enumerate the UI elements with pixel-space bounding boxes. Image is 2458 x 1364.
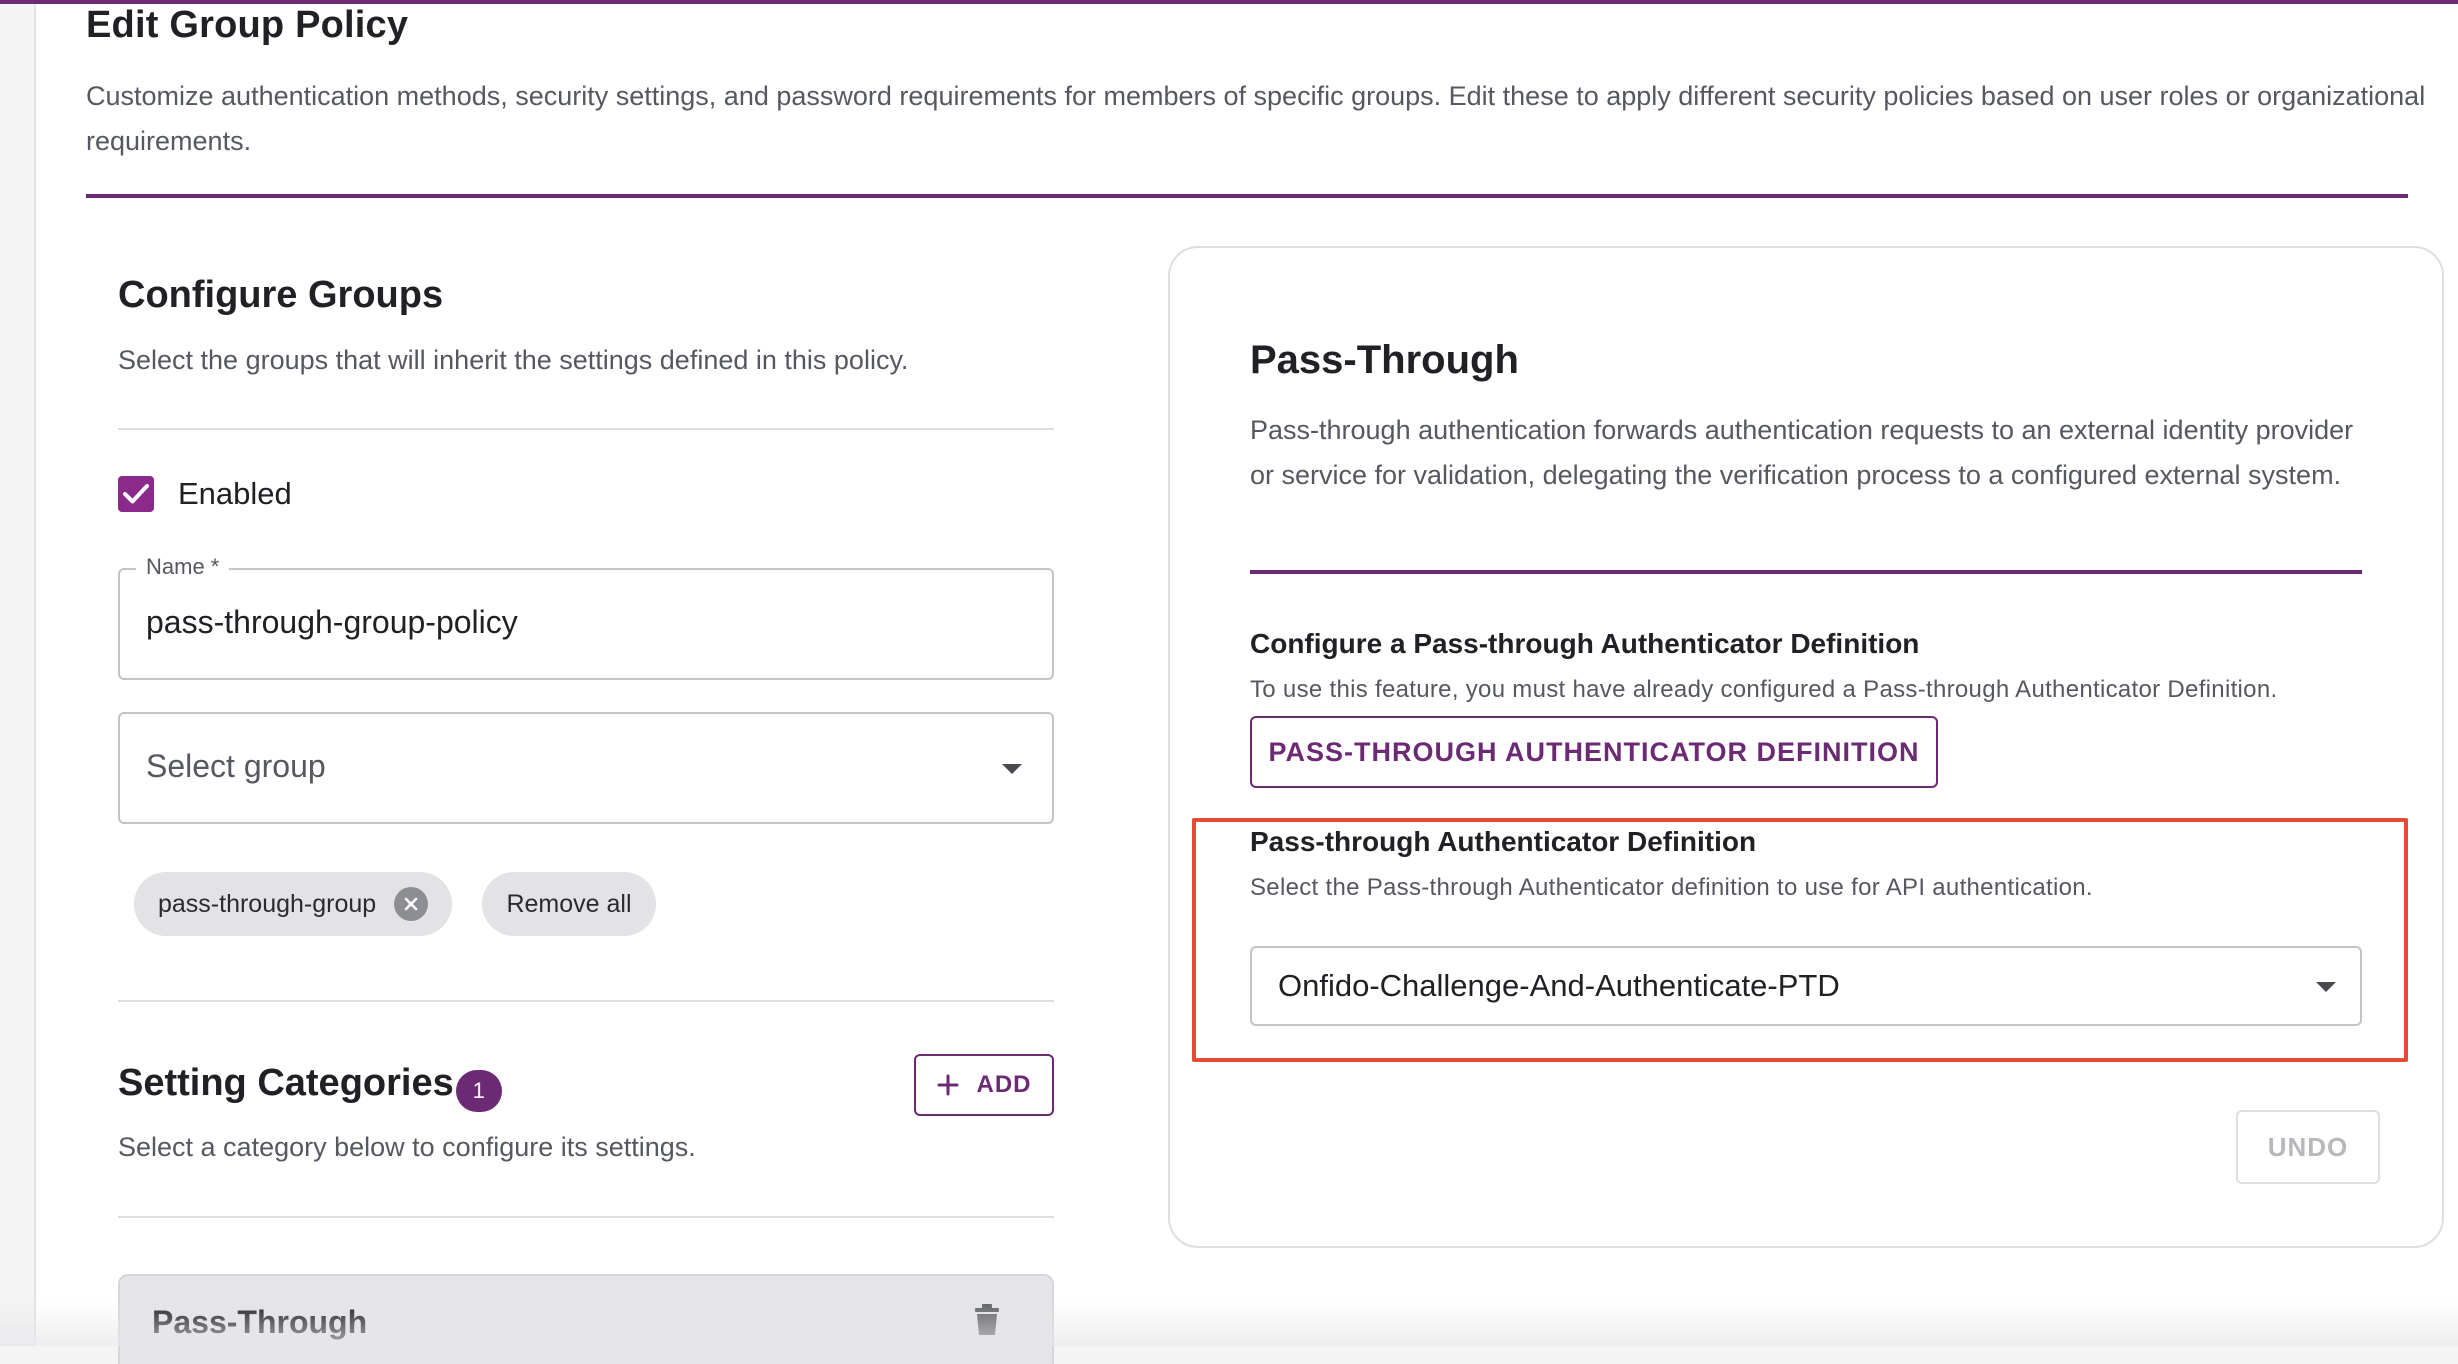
section-divider [118, 1216, 1054, 1218]
page-description: Customize authentication methods, securi… [86, 81, 2426, 156]
group-chip[interactable]: pass-through-group [134, 872, 452, 936]
remove-all-chip[interactable]: Remove all [482, 872, 656, 936]
undo-button[interactable]: UNDO [2236, 1110, 2380, 1184]
trash-icon[interactable] [974, 1304, 1000, 1336]
title-divider [86, 194, 2408, 198]
definition-select-value: Onfido-Challenge-And-Authenticate-PTD [1278, 968, 1840, 1003]
add-category-button[interactable]: ADD [914, 1054, 1054, 1116]
pass-through-title: Pass-Through [1250, 338, 1519, 382]
pass-through-description: Pass-through authentication forwards aut… [1250, 415, 2354, 490]
definition-select-heading: Pass-through Authenticator Definition [1250, 826, 1757, 857]
group-select-placeholder: Select group [146, 748, 326, 784]
enabled-checkbox[interactable] [118, 476, 154, 512]
enabled-label: Enabled [178, 476, 292, 511]
caret-down-icon[interactable] [1002, 764, 1022, 774]
configure-definition-note: To use this feature, you must have alrea… [1250, 676, 2278, 703]
pass-through-panel: Pass-Through Pass-through authentication… [1168, 246, 2444, 1248]
remove-all-label: Remove all [506, 889, 632, 918]
setting-categories-header: Setting Categories 1 [118, 1062, 502, 1112]
configure-definition-heading: Configure a Pass-through Authenticator D… [1250, 628, 1920, 659]
name-field-label: Name * [136, 554, 230, 580]
configure-groups-title: Configure Groups [118, 274, 444, 316]
definition-select-note: Select the Pass-through Authenticator de… [1250, 874, 2093, 901]
check-icon [123, 484, 149, 504]
enabled-row: Enabled [118, 476, 292, 512]
pass-through-definition-button-label: PASS-THROUGH AUTHENTICATOR DEFINITION [1268, 736, 1920, 767]
caret-down-icon[interactable] [2316, 982, 2336, 992]
configure-groups-subtitle: Select the groups that will inherit the … [118, 345, 909, 375]
section-divider [118, 428, 1054, 430]
category-count-badge: 1 [455, 1069, 502, 1112]
configure-groups-section: Configure Groups Select the groups that … [118, 274, 1054, 376]
setting-categories-subtitle: Select a category below to configure its… [118, 1132, 696, 1162]
category-item-title: Pass-Through [152, 1304, 368, 1340]
category-item-pass-through[interactable]: Pass-Through [118, 1274, 1054, 1364]
name-field[interactable]: Name * pass-through-group-policy [118, 554, 1054, 680]
plus-icon [937, 1074, 958, 1096]
page-title: Edit Group Policy [86, 4, 409, 46]
add-category-label: ADD [976, 1071, 1032, 1098]
pass-through-definition-button[interactable]: PASS-THROUGH AUTHENTICATOR DEFINITION [1250, 716, 1938, 788]
edit-group-policy-page: Edit Group Policy Customize authenticati… [34, 4, 2458, 1364]
panel-divider [1250, 570, 2362, 574]
setting-categories-title: Setting Categories [118, 1062, 454, 1104]
group-select[interactable]: Select group [118, 712, 1054, 824]
group-chip-label: pass-through-group [158, 889, 377, 918]
section-divider [118, 1000, 1054, 1002]
close-circle-icon[interactable] [394, 887, 429, 921]
definition-select[interactable]: Onfido-Challenge-And-Authenticate-PTD [1250, 946, 2362, 1026]
name-field-value: pass-through-group-policy [146, 604, 518, 640]
